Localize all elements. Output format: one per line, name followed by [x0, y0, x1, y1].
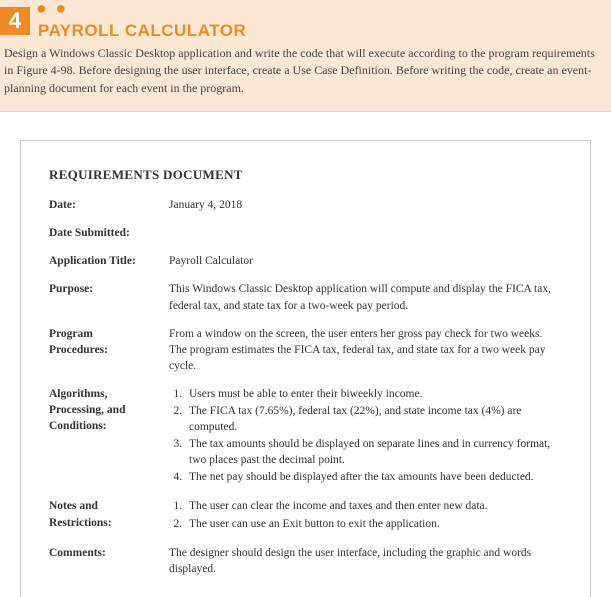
row-date-submitted: Date Submitted: [49, 225, 562, 241]
value-purpose: This Windows Classic Desktop application… [169, 281, 562, 313]
label-procedures: Program Procedures: [49, 326, 169, 374]
value-date: January 4, 2018 [169, 197, 562, 213]
algo-item-2: The FICA tax (7.65%), federal tax (22%),… [185, 403, 562, 435]
row-notes: Notes and Restrictions: The user can cle… [49, 498, 562, 532]
row-app-title: Application Title: Payroll Calculator [49, 253, 562, 269]
value-date-submitted [169, 225, 562, 241]
note-item-2: The user can use an Exit button to exit … [185, 516, 562, 532]
label-date-submitted: Date Submitted: [49, 225, 169, 241]
doc-heading: REQUIREMENTS DOCUMENT [49, 167, 562, 183]
requirements-document: REQUIREMENTS DOCUMENT Date: January 4, 2… [20, 140, 591, 597]
label-comments: Comments: [49, 545, 169, 577]
row-algorithms: Algorithms, Processing, and Conditions: … [49, 386, 562, 487]
dots-icon: ● ● [36, 0, 246, 19]
document-wrap: REQUIREMENTS DOCUMENT Date: January 4, 2… [0, 112, 611, 597]
algorithms-list: Users must be able to enter their biweek… [169, 386, 562, 486]
algo-item-1: Users must be able to enter their biweek… [185, 386, 562, 402]
notes-list: The user can clear the income and taxes … [169, 498, 562, 531]
label-algo-l2: Processing, and [49, 404, 125, 416]
label-algo-l3: Conditions: [49, 420, 107, 432]
value-procedures: From a window on the screen, the user en… [169, 326, 562, 374]
label-purpose: Purpose: [49, 281, 169, 313]
row-procedures: Program Procedures: From a window on the… [49, 326, 562, 374]
intro-text: Design a Windows Classic Desktop applica… [0, 41, 611, 101]
row-purpose: Purpose: This Windows Classic Desktop ap… [49, 281, 562, 313]
label-algorithms: Algorithms, Processing, and Conditions: [49, 386, 169, 487]
algo-item-4: The net pay should be displayed after th… [185, 469, 562, 485]
value-notes: The user can clear the income and taxes … [169, 498, 562, 532]
header-band: 4 ● ● PAYROLL CALCULATOR Design a Window… [0, 0, 611, 112]
label-notes-l2: Restrictions: [49, 517, 112, 529]
label-notes: Notes and Restrictions: [49, 498, 169, 532]
row-comments: Comments: The designer should design the… [49, 545, 562, 577]
value-app-title: Payroll Calculator [169, 253, 562, 269]
algo-item-3: The tax amounts should be displayed on s… [185, 436, 562, 468]
title-wrap: ● ● PAYROLL CALCULATOR [38, 0, 246, 41]
value-algorithms: Users must be able to enter their biweek… [169, 386, 562, 487]
note-item-1: The user can clear the income and taxes … [185, 498, 562, 514]
label-app-title: Application Title: [49, 253, 169, 269]
label-procedures-l1: Program [49, 328, 93, 340]
label-algo-l1: Algorithms, [49, 388, 107, 400]
value-comments: The designer should design the user inte… [169, 545, 562, 577]
label-date: Date: [49, 197, 169, 213]
label-notes-l1: Notes and [49, 500, 98, 512]
title-row: 4 ● ● PAYROLL CALCULATOR [0, 0, 611, 41]
section-number: 4 [0, 7, 30, 35]
label-procedures-l2: Procedures: [49, 344, 108, 356]
row-date: Date: January 4, 2018 [49, 197, 562, 213]
section-title: PAYROLL CALCULATOR [38, 21, 246, 41]
